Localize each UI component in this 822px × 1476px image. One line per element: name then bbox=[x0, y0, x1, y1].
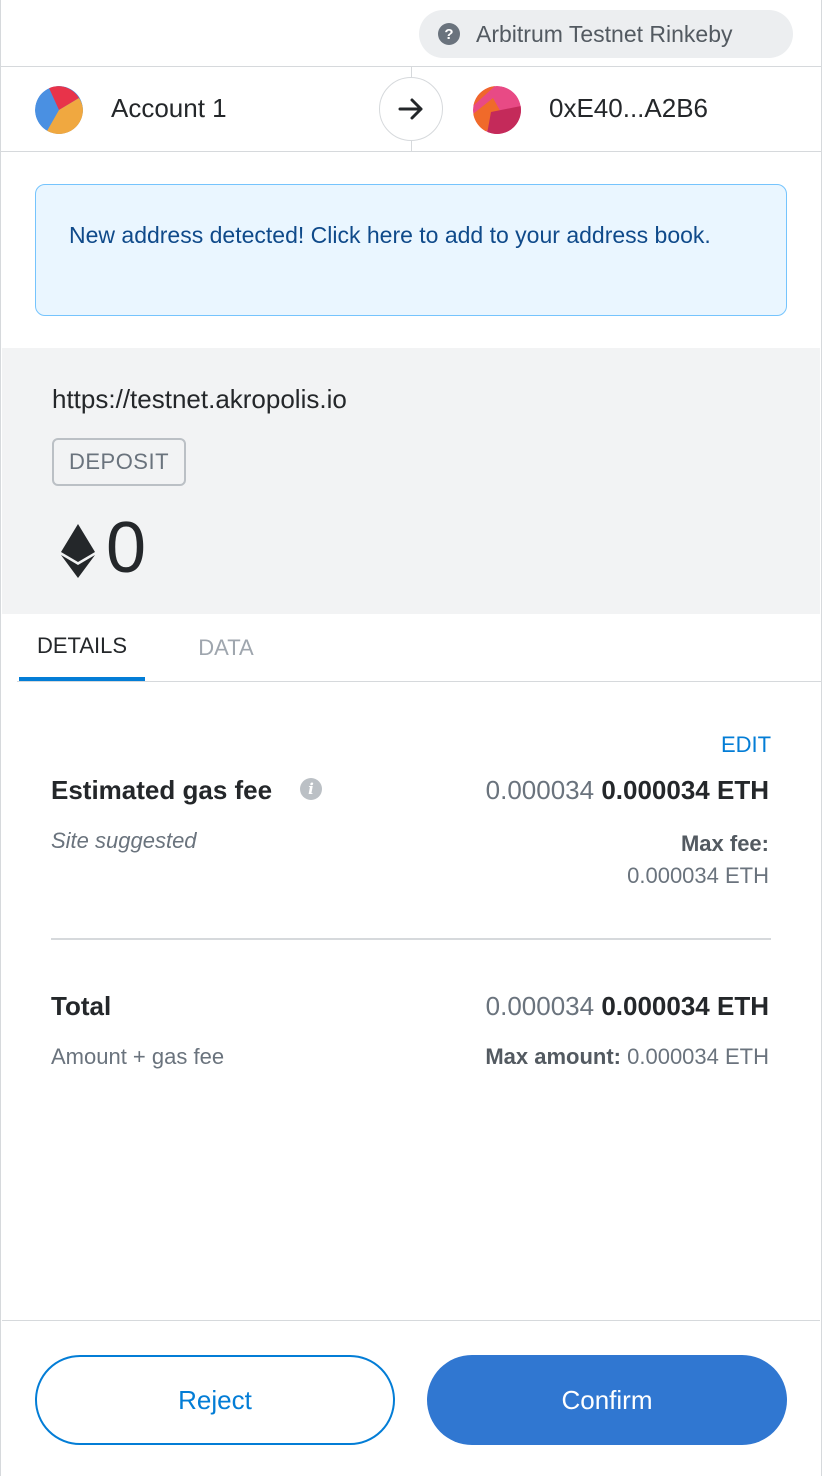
gas-fee-value: 0.000034 0.000034 ETH bbox=[486, 775, 769, 806]
max-fee: Max fee: 0.000034 ETH bbox=[627, 828, 769, 892]
network-selector[interactable]: ? Arbitrum Testnet Rinkeby bbox=[419, 10, 793, 58]
max-amount-value: 0.000034 ETH bbox=[627, 1044, 769, 1069]
from-account-name[interactable]: Account 1 bbox=[111, 93, 227, 124]
edit-gas-button[interactable]: EDIT bbox=[721, 732, 771, 758]
total-value: 0.000034 0.000034 ETH bbox=[486, 991, 769, 1022]
transaction-summary: https://testnet.akropolis.io DEPOSIT 0 bbox=[2, 348, 820, 614]
banner-text: New address detected! Click here to add … bbox=[69, 222, 711, 248]
footer: Reject Confirm bbox=[2, 1320, 820, 1476]
max-fee-value: 0.000034 ETH bbox=[627, 863, 769, 888]
to-account-avatar[interactable] bbox=[473, 86, 521, 134]
gas-fee-primary: 0.000034 ETH bbox=[601, 775, 769, 805]
confirm-button[interactable]: Confirm bbox=[427, 1355, 787, 1445]
total-secondary: 0.000034 bbox=[485, 991, 595, 1021]
eth-icon bbox=[60, 524, 96, 583]
details-divider bbox=[51, 938, 771, 940]
max-amount-label: Max amount: bbox=[485, 1044, 621, 1069]
arrow-right-icon bbox=[379, 77, 443, 141]
reject-button[interactable]: Reject bbox=[35, 1355, 395, 1445]
origin-url: https://testnet.akropolis.io bbox=[52, 384, 347, 414]
question-icon: ? bbox=[438, 23, 460, 45]
total-label: Total bbox=[51, 991, 112, 1021]
max-fee-label: Max fee: bbox=[680, 831, 769, 856]
total-sub-label: Amount + gas fee bbox=[51, 1044, 225, 1069]
transaction-amount: 0 bbox=[106, 508, 147, 588]
new-address-banner[interactable]: New address detected! Click here to add … bbox=[35, 184, 787, 316]
tab-data[interactable]: DATA bbox=[167, 614, 285, 681]
total-primary: 0.000034 ETH bbox=[601, 991, 769, 1021]
gas-fee-secondary: 0.000034 bbox=[485, 775, 595, 805]
max-amount: Max amount: 0.000034 ETH bbox=[485, 1044, 769, 1070]
gas-sub-label: Site suggested bbox=[51, 828, 197, 853]
network-label: Arbitrum Testnet Rinkeby bbox=[476, 20, 733, 47]
method-tag: DEPOSIT bbox=[52, 438, 186, 486]
tab-details[interactable]: DETAILS bbox=[19, 614, 145, 681]
account-row: Account 1 0xE40...A2B6 bbox=[1, 66, 821, 152]
to-address[interactable]: 0xE40...A2B6 bbox=[549, 93, 708, 124]
gas-fee-label: Estimated gas fee bbox=[51, 775, 273, 805]
from-account-avatar[interactable] bbox=[35, 86, 83, 134]
confirm-transaction-page: ? Arbitrum Testnet Rinkeby Account 1 0xE… bbox=[0, 0, 822, 1476]
info-icon[interactable]: i bbox=[300, 778, 322, 800]
tab-bar: DETAILS DATA bbox=[17, 614, 821, 682]
